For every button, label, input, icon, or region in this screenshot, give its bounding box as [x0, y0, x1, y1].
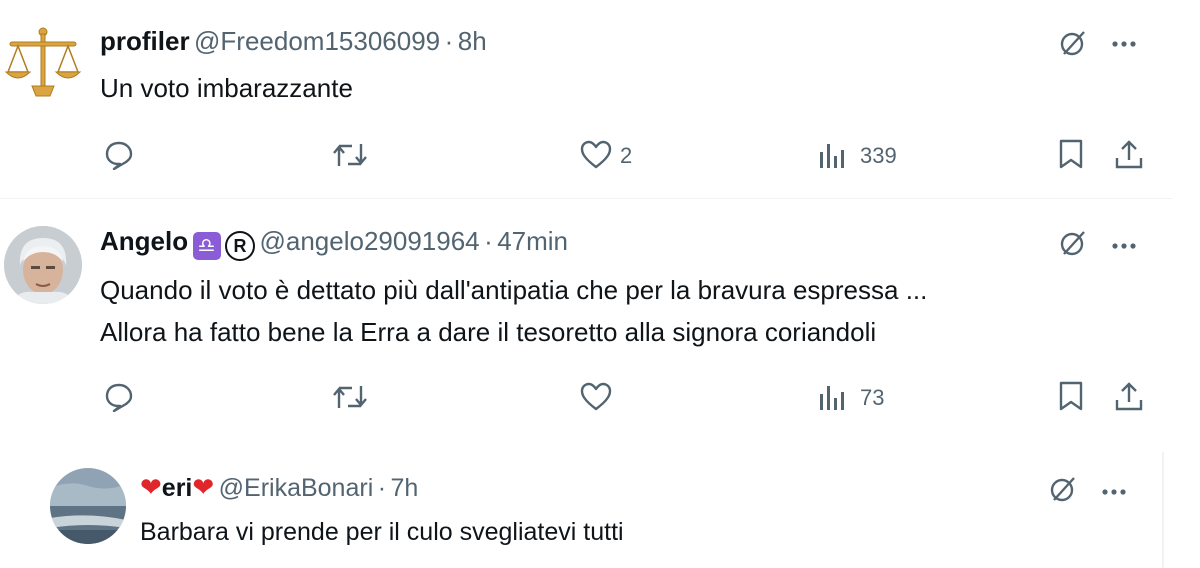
- red-heart-icon: ❤: [192, 472, 215, 502]
- more-icon[interactable]: [1112, 238, 1136, 256]
- more-icon[interactable]: [1112, 36, 1136, 54]
- views-icon[interactable]: [818, 142, 848, 175]
- tweet-3[interactable]: ❤eri❤ @ErikaBonari · 7h Barbara vi prend…: [40, 452, 1160, 568]
- view-count: 73: [860, 385, 885, 410]
- author-name[interactable]: Angelo: [100, 226, 188, 256]
- timestamp[interactable]: 47min: [497, 226, 568, 256]
- avatar-angelo[interactable]: [4, 226, 82, 304]
- tweet-header: Angelo ♎ R @angelo29091964 · 47min: [100, 226, 568, 261]
- bookmark-icon[interactable]: [1058, 380, 1084, 417]
- tweet-header: ❤eri❤ @ErikaBonari · 7h: [140, 472, 418, 503]
- more-icon[interactable]: [1102, 484, 1126, 502]
- share-icon[interactable]: [1114, 380, 1144, 417]
- person-photo-icon: [4, 226, 82, 304]
- tweet-text: Un voto imbarazzante: [100, 73, 353, 103]
- author-handle[interactable]: @angelo29091964: [259, 226, 479, 256]
- avatar-scales[interactable]: [4, 24, 82, 102]
- tweet-2[interactable]: Angelo ♎ R @angelo29091964 · 47min Quand…: [0, 200, 1172, 440]
- share-icon[interactable]: [1114, 138, 1144, 175]
- author-name[interactable]: profiler: [100, 26, 190, 56]
- libra-icon: ♎: [192, 231, 221, 260]
- author-name[interactable]: eri: [162, 474, 193, 502]
- reply-icon[interactable]: [104, 382, 134, 417]
- meta-separator: ·: [484, 226, 493, 256]
- divider: [0, 198, 1172, 199]
- avatar-eri[interactable]: [50, 468, 126, 544]
- reply-icon[interactable]: [104, 140, 134, 175]
- seascape-photo-icon: [50, 468, 126, 544]
- tweet-1[interactable]: profiler @Freedom15306099 · 8h Un voto i…: [0, 0, 1172, 200]
- grok-icon[interactable]: [1058, 28, 1088, 63]
- author-handle[interactable]: @Freedom15306099: [194, 26, 440, 56]
- heart-icon[interactable]: [580, 140, 612, 175]
- tweet-header: profiler @Freedom15306099 · 8h: [100, 26, 487, 57]
- heart-icon[interactable]: [580, 382, 612, 417]
- grok-icon[interactable]: [1048, 474, 1078, 509]
- red-heart-icon: ❤: [140, 472, 162, 502]
- retweet-icon[interactable]: [332, 382, 368, 417]
- views-icon[interactable]: [818, 384, 848, 417]
- scales-icon: [4, 27, 82, 97]
- view-count: 339: [860, 143, 897, 168]
- thread-line: [1162, 452, 1164, 568]
- like-count: 2: [620, 143, 633, 168]
- bookmark-icon[interactable]: [1058, 138, 1084, 175]
- author-handle[interactable]: @ErikaBonari: [219, 474, 374, 502]
- meta-separator: ·: [444, 26, 454, 56]
- page: profiler @Freedom15306099 · 8h Un voto i…: [0, 0, 1200, 568]
- registered-icon: R: [225, 230, 256, 261]
- retweet-icon[interactable]: [332, 140, 368, 175]
- timestamp[interactable]: 7h: [390, 474, 418, 502]
- tweet-text-line-2: Allora ha fatto bene la Erra a dare il t…: [100, 317, 877, 347]
- tweet-text-line-1: Quando il voto è dettato più dall'antipa…: [100, 275, 928, 305]
- timestamp[interactable]: 8h: [458, 26, 487, 56]
- grok-icon[interactable]: [1058, 228, 1088, 263]
- tweet-text: Barbara vi prende per il culo svegliatev…: [140, 518, 624, 546]
- meta-separator: ·: [377, 474, 387, 502]
